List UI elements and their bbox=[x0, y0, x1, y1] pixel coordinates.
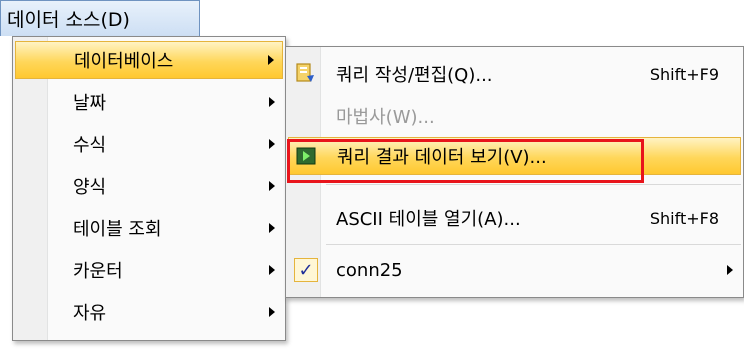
data-source-menu: 데이터베이스 날짜 수식 양식 테이블 조회 카운터 자유 bbox=[12, 36, 286, 341]
menu-item-label: 마법사(W)... bbox=[336, 107, 435, 128]
menu-item-counter[interactable]: 카운터 bbox=[15, 251, 283, 289]
menu-item-label: ASCII 테이블 열기(A)... bbox=[336, 209, 521, 230]
menu-item-form[interactable]: 양식 bbox=[15, 167, 283, 205]
query-edit-icon bbox=[294, 62, 316, 84]
menu-item-label: 테이블 조회 bbox=[73, 219, 162, 240]
checkmark-icon: ✓ bbox=[294, 258, 318, 282]
menu-item-label: 날짜 bbox=[73, 93, 107, 114]
submenu-arrow-icon bbox=[268, 55, 274, 65]
menu-item-query-edit[interactable]: 쿼리 작성/편집(Q)... Shift+F9 bbox=[288, 55, 741, 93]
submenu-arrow-icon bbox=[269, 307, 275, 317]
menu-item-conn25[interactable]: ✓ conn25 bbox=[288, 251, 741, 289]
menu-item-label: 양식 bbox=[73, 177, 107, 198]
menu-item-label: 쿼리 작성/편집(Q)... bbox=[336, 65, 493, 86]
submenu-arrow-icon bbox=[269, 97, 275, 107]
submenu-arrow-icon bbox=[269, 223, 275, 233]
menu-item-table-lookup[interactable]: 테이블 조회 bbox=[15, 209, 283, 247]
view-results-icon bbox=[295, 145, 317, 167]
menu-tab-data-source[interactable]: 데이터 소스(D) bbox=[0, 0, 200, 36]
menu-item-wizard: 마법사(W)... bbox=[288, 97, 741, 135]
menu-item-label: 카운터 bbox=[73, 261, 123, 282]
menu-item-free[interactable]: 자유 bbox=[15, 293, 283, 331]
menu-separator bbox=[326, 184, 741, 185]
menu-separator bbox=[326, 244, 741, 245]
submenu-arrow-icon bbox=[269, 181, 275, 191]
shortcut-label: Shift+F9 bbox=[649, 64, 719, 84]
menu-item-open-ascii-table[interactable]: ASCII 테이블 열기(A)... Shift+F8 bbox=[288, 199, 741, 237]
menu-item-formula[interactable]: 수식 bbox=[15, 125, 283, 163]
menu-item-database[interactable]: 데이터베이스 bbox=[15, 41, 283, 79]
submenu-arrow-icon bbox=[269, 139, 275, 149]
shortcut-label: Shift+F8 bbox=[649, 208, 719, 228]
menu-item-label: 데이터베이스 bbox=[74, 51, 174, 72]
menu-item-label: 쿼리 결과 데이터 보기(V)... bbox=[337, 147, 547, 168]
database-submenu: 쿼리 작성/편집(Q)... Shift+F9 마법사(W)... 쿼리 결과 … bbox=[285, 46, 744, 298]
menu-item-label: conn25 bbox=[336, 259, 403, 281]
menu-item-view-query-results[interactable]: 쿼리 결과 데이터 보기(V)... bbox=[288, 137, 741, 175]
submenu-arrow-icon bbox=[727, 265, 733, 275]
menu-item-label: 자유 bbox=[73, 303, 107, 324]
submenu-arrow-icon bbox=[269, 265, 275, 275]
menu-item-date[interactable]: 날짜 bbox=[15, 83, 283, 121]
menu-tab-label: 데이터 소스(D) bbox=[7, 9, 130, 31]
menu-item-label: 수식 bbox=[73, 135, 107, 156]
